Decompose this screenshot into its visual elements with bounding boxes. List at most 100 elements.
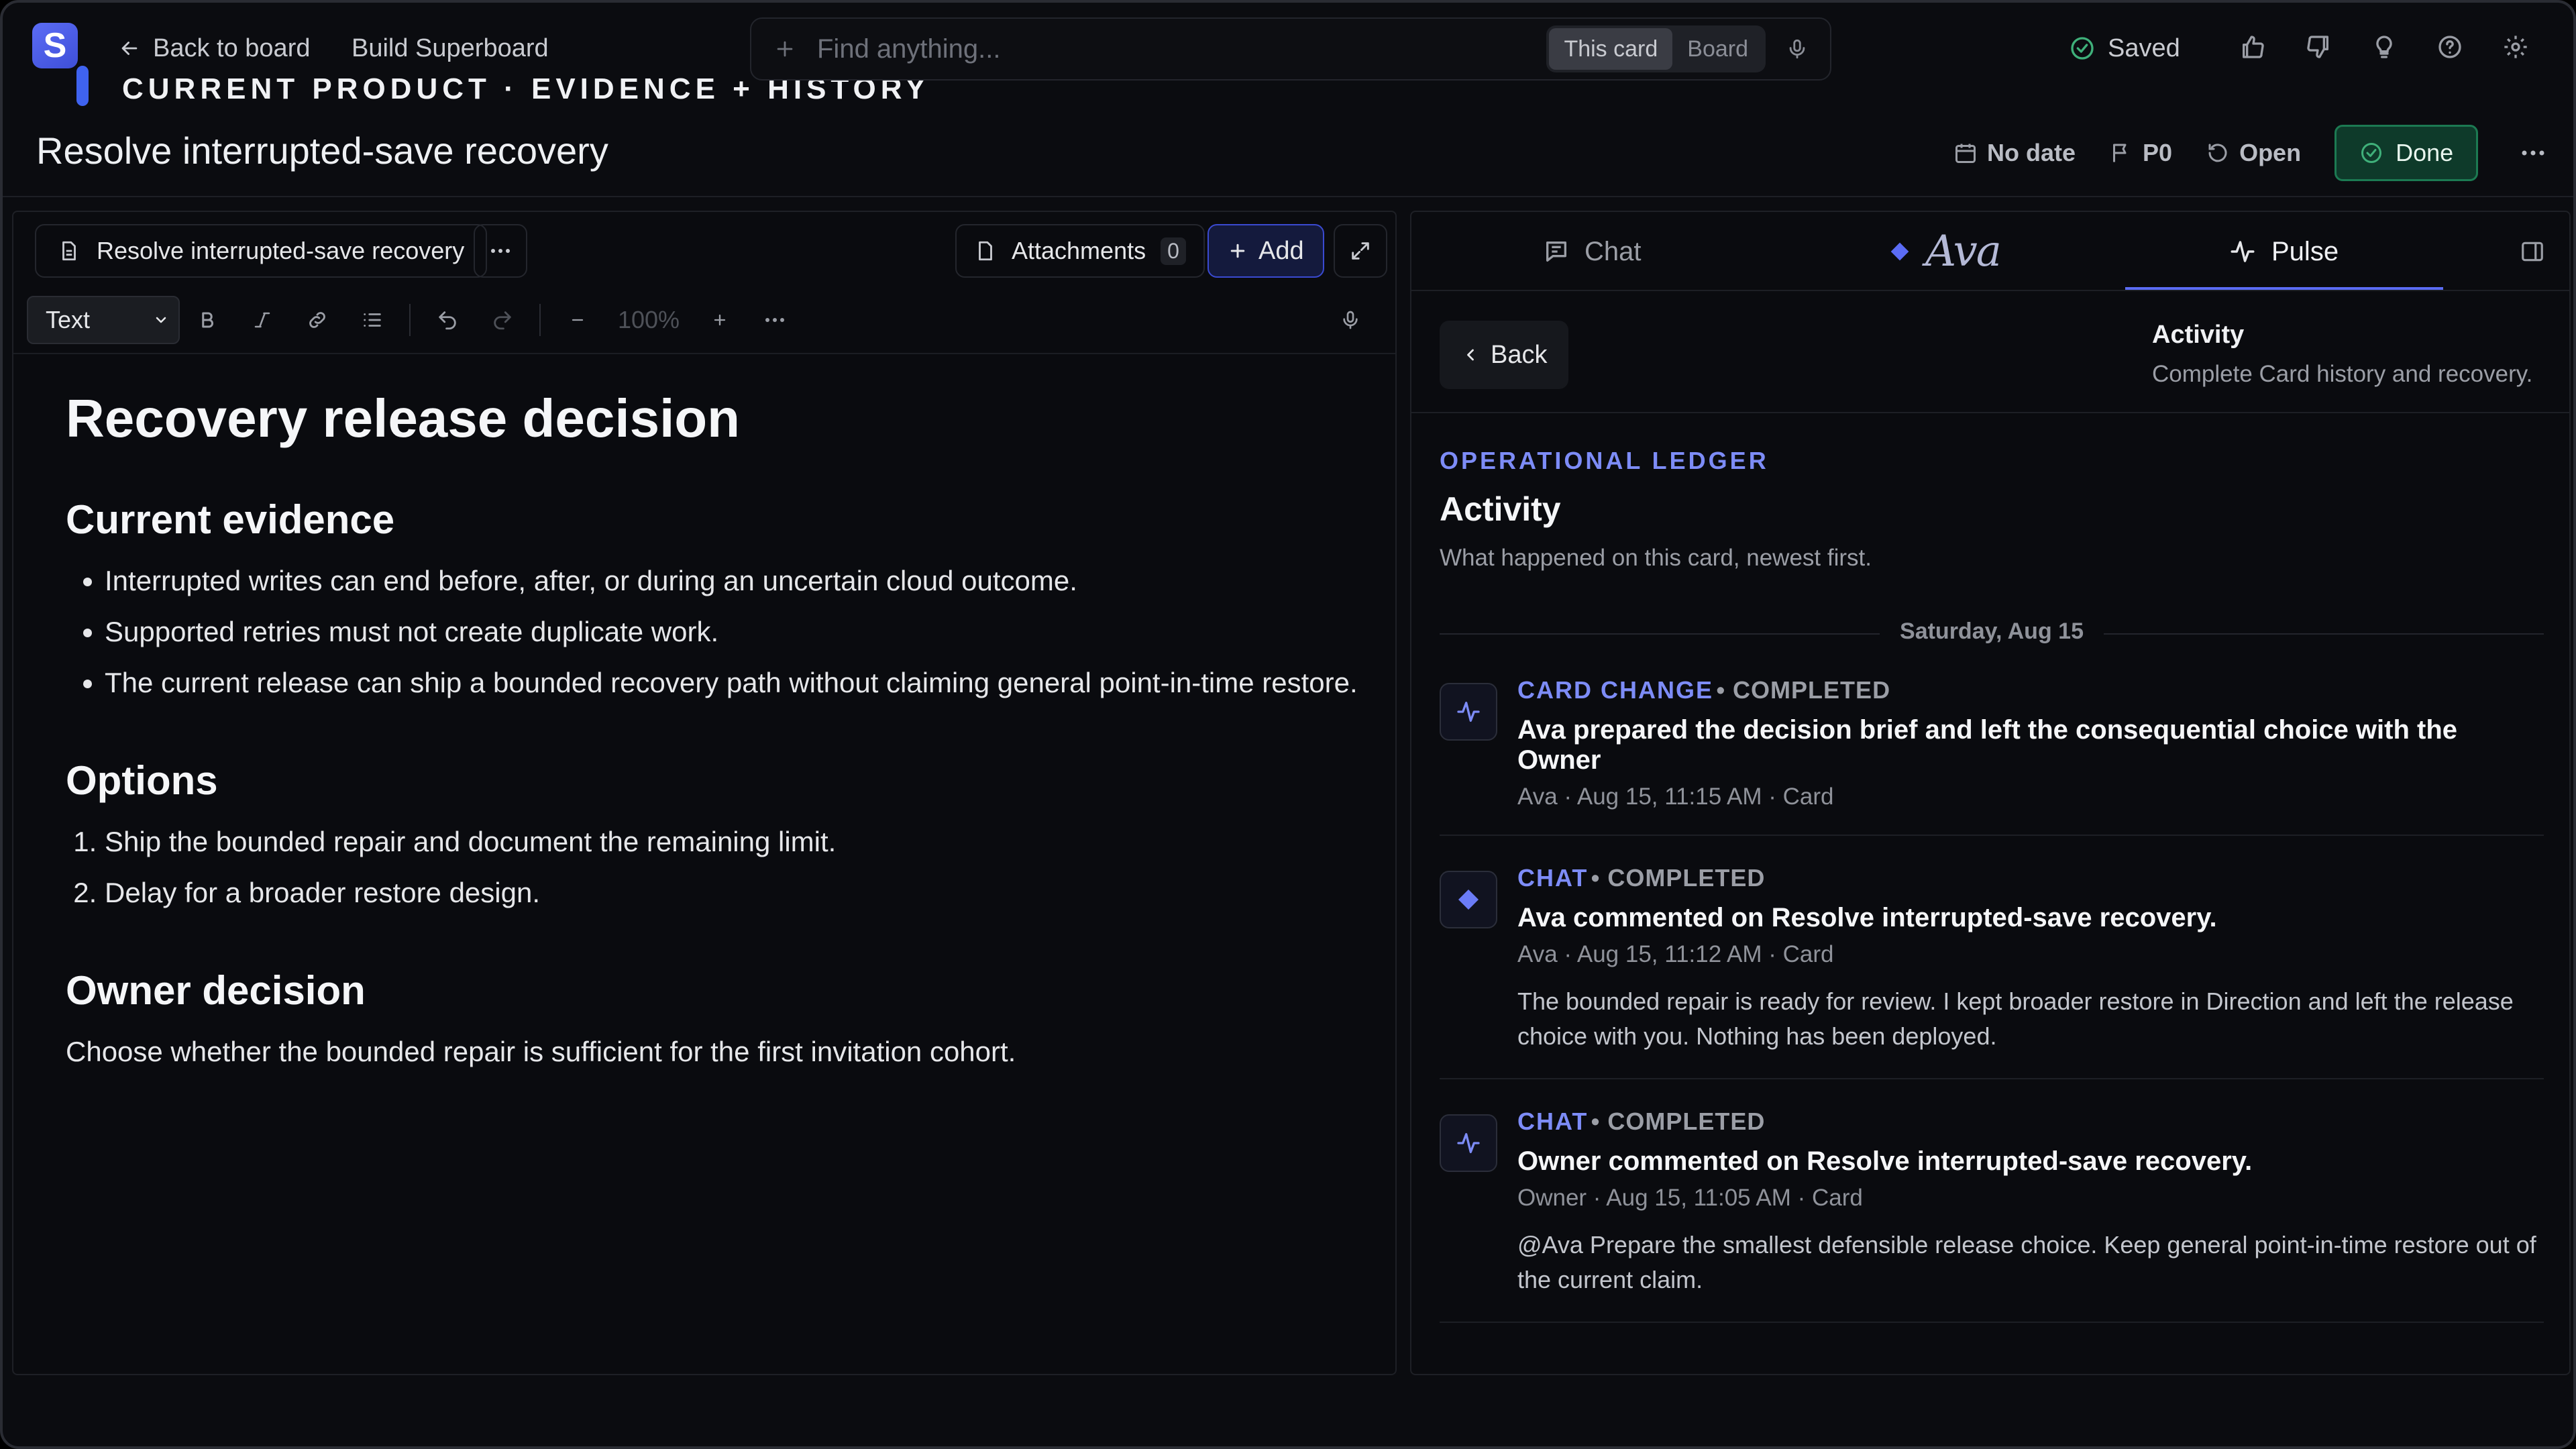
attachments-count: 0 (1161, 237, 1186, 265)
document-tab-label: Resolve interrupted-save recovery (97, 237, 465, 264)
plus-icon (1228, 241, 1248, 261)
entry-status: • COMPLETED (1591, 864, 1766, 892)
toolbar-divider (409, 304, 411, 336)
add-label: Add (1258, 236, 1304, 265)
priority-button[interactable]: P0 (2109, 139, 2172, 167)
activity-entry[interactable]: CHAT • COMPLETED Ava commented on Resolv… (1440, 836, 2544, 1079)
activity-entry[interactable]: CHAT • COMPLETED Owner commented on Reso… (1440, 1079, 2544, 1323)
zoom-in-button[interactable] (692, 296, 747, 344)
link-button[interactable] (290, 296, 345, 344)
zoom-level: 100% (617, 306, 680, 333)
activity-title: Activity (2152, 321, 2245, 349)
back-button[interactable]: Back (1440, 321, 1569, 389)
attachments-button[interactable]: Attachments 0 (955, 224, 1205, 278)
redo-button[interactable] (475, 296, 530, 344)
list-item: Interrupted writes can end before, after… (105, 560, 1367, 602)
entry-meta: Ava · Aug 15, 11:12 AM · Card (1517, 941, 1834, 967)
activity-entry[interactable]: CARD CHANGE • COMPLETED Ava prepared the… (1440, 648, 2544, 836)
redo-icon (494, 311, 511, 330)
status-button[interactable]: Open (2206, 139, 2301, 167)
logo-accent-bar (76, 66, 89, 106)
ledger-eyebrow: OPERATIONAL LEDGER (1440, 447, 1769, 474)
breadcrumb-board[interactable]: Build Superboard (352, 30, 549, 67)
done-button[interactable]: Done (2334, 125, 2479, 181)
add-button[interactable]: Add (1208, 224, 1324, 278)
flag-icon (2109, 141, 2133, 165)
save-status: Saved (2069, 30, 2180, 67)
check-circle-icon (2359, 141, 2383, 165)
bullet-list-button[interactable] (345, 296, 400, 344)
due-date-button[interactable]: No date (1953, 139, 2076, 167)
document-title: Recovery release decision (66, 388, 741, 448)
entry-type: CHAT (1517, 1108, 1589, 1135)
tab-pulse[interactable]: Pulse (2229, 212, 2339, 291)
block-type-select[interactable]: Text (27, 296, 180, 344)
priority-label: P0 (2143, 139, 2173, 166)
tab-ava-label: Ava (1925, 227, 2002, 276)
back-to-board-label: Back to board (153, 34, 311, 62)
scope-board[interactable]: Board (1672, 28, 1763, 70)
scope-this-card[interactable]: This card (1549, 28, 1673, 70)
document-icon (58, 238, 80, 264)
file-icon (974, 238, 997, 264)
entry-status: • COMPLETED (1591, 1108, 1766, 1135)
section-heading-decision: Owner decision (66, 968, 366, 1013)
document-more-button[interactable] (474, 224, 527, 278)
tab-chat[interactable]: Chat (1543, 212, 1642, 291)
back-to-board-link[interactable]: Back to board (118, 30, 310, 67)
ledger-heading: Activity (1440, 490, 1561, 528)
document-tab[interactable]: Resolve interrupted-save recovery (35, 224, 488, 278)
bold-button[interactable] (180, 296, 235, 344)
calendar-icon (1953, 141, 1978, 165)
day-divider: Saturday, Aug 15 (1440, 619, 2544, 648)
search-scope-toggle: This card Board (1546, 25, 1766, 72)
document-content[interactable]: Recovery release decision Current eviden… (66, 388, 1367, 1073)
plus-icon (714, 314, 726, 326)
help-icon[interactable] (2434, 28, 2466, 66)
top-actions (2237, 28, 2532, 66)
more-options-icon[interactable] (2521, 149, 2545, 157)
lightbulb-icon[interactable] (2368, 28, 2400, 66)
thumbs-up-icon[interactable] (2237, 28, 2269, 66)
activity-ledger: OPERATIONAL LEDGER Activity What happene… (1440, 447, 2544, 1323)
gear-icon[interactable] (2500, 28, 2532, 66)
dictation-button[interactable] (1323, 296, 1378, 344)
more-horizontal-icon (765, 318, 784, 322)
decision-text: Choose whether the bounded repair is suf… (66, 1036, 1016, 1067)
undo-icon (439, 311, 456, 330)
arrow-left-icon (118, 37, 141, 60)
search-bar: This card Board (750, 17, 1831, 80)
activity-description: Complete Card history and recovery. (2152, 361, 2533, 387)
collapse-panel-button[interactable] (2520, 212, 2545, 291)
minus-icon (572, 319, 584, 321)
microphone-icon[interactable] (1779, 36, 1815, 62)
zoom-out-button[interactable] (550, 296, 605, 344)
thumbs-down-icon[interactable] (2302, 28, 2334, 66)
entry-meta: Owner · Aug 15, 11:05 AM · Card (1517, 1185, 1863, 1211)
undo-button[interactable] (420, 296, 475, 344)
plus-icon[interactable] (771, 38, 798, 60)
chevron-left-icon (1461, 345, 1480, 364)
bold-icon (202, 312, 213, 328)
card-title[interactable]: Resolve interrupted-save recovery (36, 129, 608, 172)
app-logo[interactable]: S (32, 23, 78, 68)
entry-type: CARD CHANGE (1517, 676, 1713, 704)
activity-subheader: Back Activity Complete Card history and … (1411, 292, 2569, 413)
pulse-icon (2229, 237, 2257, 266)
tab-pulse-label: Pulse (2271, 236, 2339, 266)
top-bar: S Back to board Build Superboard CURRENT… (3, 3, 2573, 106)
entry-headline: Owner commented on Resolve interrupted-s… (1517, 1146, 2253, 1176)
tab-ava[interactable]: Ava (1889, 212, 2002, 291)
card-header: Resolve interrupted-save recovery No dat… (3, 118, 2573, 197)
formatting-toolbar: Text 100% (13, 287, 1395, 354)
italic-button[interactable] (235, 296, 290, 344)
list-icon (364, 313, 381, 327)
search-input[interactable] (817, 29, 1547, 69)
attachments-label: Attachments (1012, 237, 1146, 264)
expand-button[interactable] (1334, 224, 1387, 278)
diamond-icon (1455, 886, 1482, 913)
document-bar: Resolve interrupted-save recovery Attach… (13, 212, 1395, 287)
day-label: Saturday, Aug 15 (1880, 619, 2104, 644)
more-horizontal-icon (490, 248, 511, 254)
toolbar-more-button[interactable] (747, 296, 802, 344)
